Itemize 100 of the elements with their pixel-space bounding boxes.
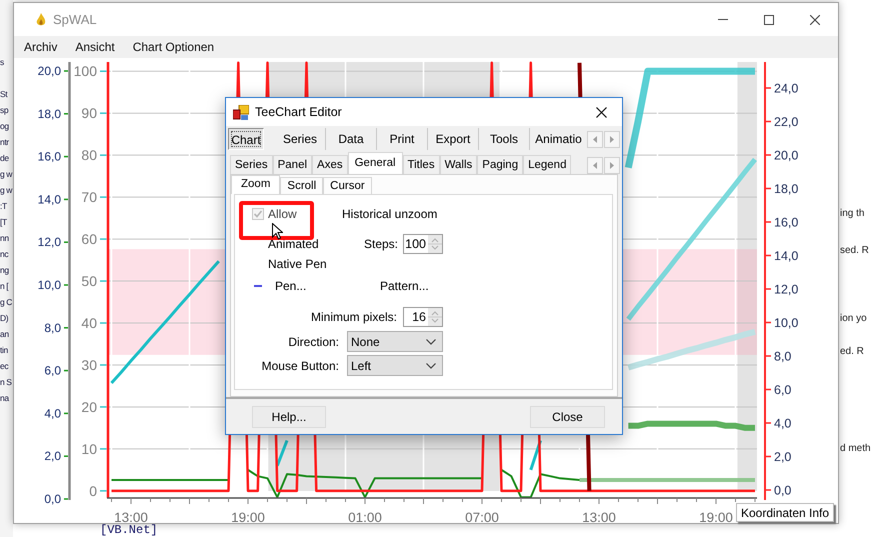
scroll-right-button[interactable] bbox=[604, 130, 620, 148]
axis-label: 4,0 bbox=[774, 416, 792, 430]
menu-item[interactable]: Ansicht bbox=[66, 40, 124, 54]
axis-label: 18,0 bbox=[38, 106, 61, 121]
tab[interactable]: Legend bbox=[523, 155, 572, 174]
code-text-fragment: :T bbox=[0, 201, 8, 213]
scroll-left-button[interactable] bbox=[587, 130, 603, 148]
dropdown[interactable]: Left bbox=[347, 355, 443, 376]
axis-label: 70 bbox=[81, 189, 97, 206]
text-fragment: d meth bbox=[840, 443, 872, 456]
triangle-left-icon bbox=[593, 136, 597, 142]
axis-label: 0 bbox=[89, 482, 97, 499]
axis-label: 40 bbox=[81, 315, 97, 332]
dialog-button[interactable]: Close bbox=[530, 406, 605, 428]
code-text-fragment: g w bbox=[0, 185, 13, 197]
axis-label: 22,0 bbox=[774, 115, 798, 129]
code-text-fragment: tin bbox=[0, 345, 9, 357]
axis-label: 16,0 bbox=[774, 216, 798, 230]
text-fragment: ion yo bbox=[840, 313, 868, 326]
tab[interactable]: Titles bbox=[402, 155, 440, 174]
axis-label: 4,0 bbox=[44, 406, 61, 420]
text-fragment: sed. R bbox=[840, 245, 870, 258]
menu-item[interactable]: Archiv bbox=[15, 40, 66, 54]
pen-button[interactable]: Pen... bbox=[275, 279, 380, 293]
axis-label: 8,0 bbox=[44, 320, 61, 335]
option-label[interactable]: Animated bbox=[268, 237, 364, 251]
tab[interactable]: Series bbox=[230, 155, 273, 174]
code-text-fragment: nn bbox=[0, 233, 10, 245]
tab[interactable]: Print bbox=[377, 128, 428, 150]
tab[interactable]: Animatio bbox=[530, 128, 587, 150]
text-fragment: ing th bbox=[840, 208, 866, 221]
tab[interactable]: Export bbox=[428, 128, 479, 150]
pattern-button[interactable]: Pattern... bbox=[380, 279, 429, 293]
tab[interactable]: Series bbox=[275, 128, 326, 150]
tab[interactable]: Chart bbox=[228, 128, 264, 150]
option-label[interactable]: Native Pen bbox=[268, 257, 327, 271]
axis-label: 10,0 bbox=[774, 316, 798, 330]
menu-item[interactable]: Chart Optionen bbox=[124, 40, 224, 54]
code-text-fragment: na bbox=[0, 393, 10, 405]
axis-label: 14,0 bbox=[38, 192, 61, 206]
tab[interactable]: Data bbox=[326, 128, 377, 150]
tab[interactable]: Walls bbox=[440, 155, 478, 174]
axis-label: 2,0 bbox=[44, 449, 61, 464]
tab[interactable]: Paging bbox=[477, 155, 524, 174]
dialog-button[interactable]: Help... bbox=[252, 406, 326, 428]
axis-label: 50 bbox=[81, 273, 97, 290]
code-text-fragment: an bbox=[0, 329, 10, 341]
axis-label: 2,0 bbox=[774, 450, 792, 464]
axis-label: 20 bbox=[81, 398, 97, 415]
maximize-icon bbox=[764, 14, 774, 24]
code-text-fragment: g C bbox=[0, 297, 13, 309]
axis-label: 6,0 bbox=[44, 364, 61, 378]
axis-label: 30 bbox=[81, 356, 97, 373]
axis-label: 14,0 bbox=[774, 249, 798, 263]
close-icon bbox=[810, 14, 820, 24]
tab[interactable]: General bbox=[348, 152, 403, 174]
axis-label: 13:00 bbox=[582, 510, 616, 523]
axis-label: 19:00 bbox=[231, 510, 265, 523]
axis-label: 90 bbox=[81, 105, 97, 122]
code-text-fragment: ng bbox=[0, 265, 10, 277]
option-label[interactable]: Historical unzoom bbox=[342, 207, 438, 221]
axis-label: 100 bbox=[74, 63, 97, 80]
axis-label: 01:00 bbox=[348, 510, 382, 523]
number-field[interactable]: 16 bbox=[403, 307, 443, 327]
field-label: Direction: bbox=[287, 334, 339, 348]
code-text-fragment: nc bbox=[0, 249, 10, 261]
code-text-fragment: n [ bbox=[0, 281, 10, 293]
tab[interactable]: Panel bbox=[272, 155, 312, 174]
triangle-right-icon bbox=[610, 136, 614, 142]
axis-label: 20,0 bbox=[774, 148, 798, 162]
field-label: Steps: bbox=[364, 237, 397, 251]
axis-label: 60 bbox=[81, 231, 97, 248]
code-text: [VB.Net] bbox=[100, 523, 158, 537]
code-text-fragment: s bbox=[0, 57, 5, 69]
tab[interactable]: Tools bbox=[479, 128, 530, 150]
code-text-fragment: n S bbox=[0, 377, 13, 389]
scroll-left-button[interactable] bbox=[587, 157, 603, 174]
text-fragment: ed. R bbox=[840, 346, 865, 359]
field-label: Mouse Button: bbox=[260, 358, 339, 372]
scroll-right-button[interactable] bbox=[604, 157, 620, 174]
code-text-fragment: de bbox=[0, 153, 10, 165]
code-text-fragment: og bbox=[0, 121, 10, 133]
axis-label: 13:00 bbox=[114, 510, 148, 523]
axis-label: 8,0 bbox=[774, 350, 792, 364]
code-text-fragment: D) bbox=[0, 313, 10, 325]
triangle-left-icon bbox=[593, 162, 597, 169]
number-field[interactable]: 100 bbox=[403, 234, 443, 254]
axis-label: 10,0 bbox=[38, 278, 61, 292]
window-title: SpWAL bbox=[53, 12, 97, 27]
code-text-fragment: ntr bbox=[0, 137, 10, 149]
code-text-fragment: ec bbox=[0, 361, 10, 373]
tab[interactable]: Axes bbox=[312, 155, 348, 174]
code-text-fragment: sp bbox=[0, 105, 10, 117]
code-text-fragment: g w bbox=[0, 169, 13, 181]
axis-label: 10 bbox=[81, 440, 97, 457]
tab[interactable]: Zoom bbox=[231, 175, 280, 194]
axis-label: 80 bbox=[81, 147, 97, 164]
dropdown[interactable]: None bbox=[347, 331, 443, 352]
close-icon bbox=[596, 106, 606, 118]
spin-arrows-icon bbox=[428, 308, 442, 326]
